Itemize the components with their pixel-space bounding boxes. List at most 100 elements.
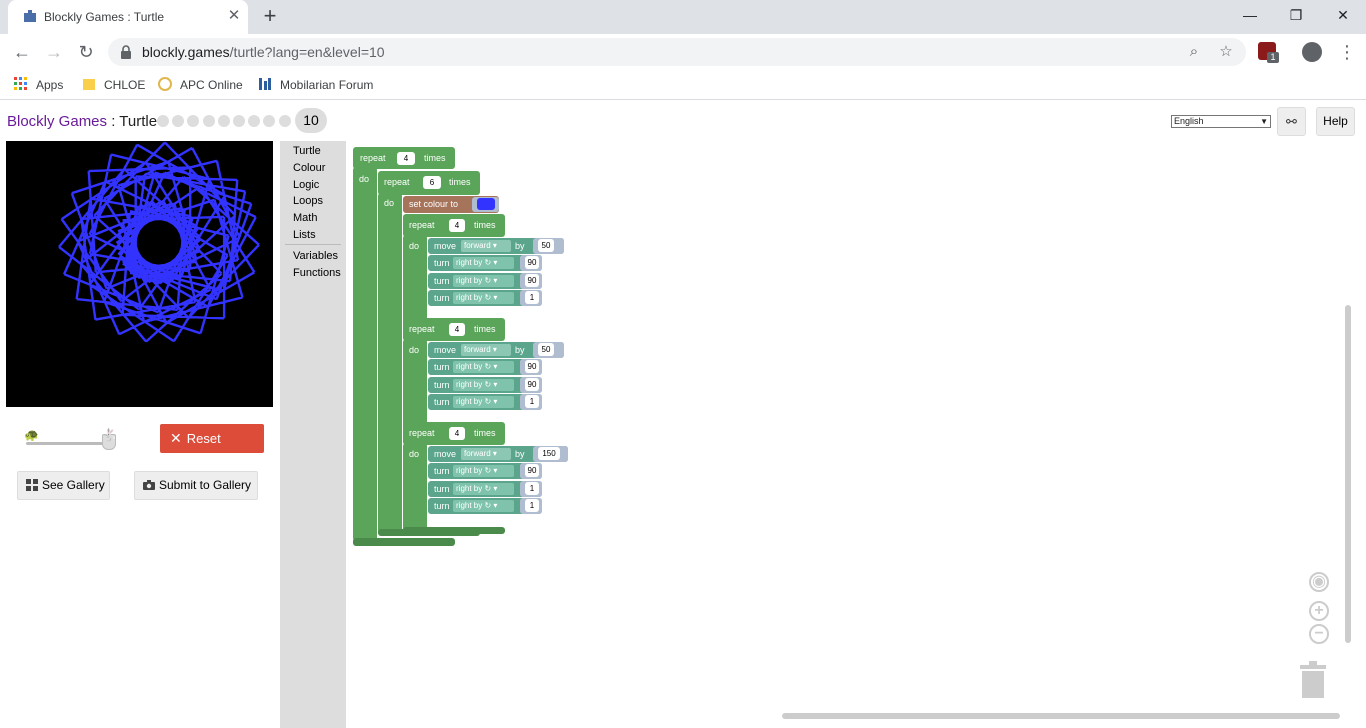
move-distance[interactable]: 50 [538, 343, 554, 356]
level-dot[interactable] [172, 115, 185, 127]
blockly-workspace[interactable]: repeat 4 times do repeat 6 times do set … [346, 141, 1354, 728]
repeat-count[interactable]: 4 [449, 323, 465, 336]
turn-angle[interactable]: 1 [525, 499, 539, 512]
turtle-speed-icon: 🐢 [24, 428, 39, 442]
link-button[interactable]: ⚯ [1277, 107, 1306, 136]
toolbox-separator [285, 244, 341, 245]
new-tab-button[interactable]: + [260, 5, 280, 27]
horizontal-scrollbar[interactable] [782, 713, 1340, 719]
turn-angle[interactable]: 90 [525, 360, 539, 373]
move-label: move [434, 449, 457, 459]
bookmark-apc-online[interactable]: APC Online [158, 76, 243, 94]
inner-repeat-count[interactable]: 6 [423, 176, 441, 189]
restore-icon[interactable]: ❐ [1284, 4, 1308, 26]
turn-direction-dropdown[interactable]: right by ↻ ▾ [453, 482, 514, 495]
toolbox-category-turtle[interactable]: Turtle [293, 145, 321, 157]
direction-dropdown[interactable]: forward ▾ [461, 344, 511, 356]
level-dot[interactable] [217, 115, 230, 127]
back-icon[interactable]: ← [10, 40, 34, 64]
turn-direction-dropdown[interactable]: right by ↻ ▾ [453, 274, 514, 287]
game-name: Turtle [119, 113, 158, 130]
help-button[interactable]: Help [1316, 107, 1355, 136]
turn-label: turn [434, 258, 450, 268]
vertical-scrollbar[interactable] [1345, 305, 1351, 643]
close-tab-icon[interactable]: ✕ [226, 8, 242, 24]
level-dot[interactable] [202, 115, 215, 127]
apps-grid-icon [14, 77, 27, 90]
profile-icon[interactable] [1302, 42, 1322, 62]
turn-angle[interactable]: 1 [525, 291, 539, 304]
language-select[interactable]: English ▼ [1171, 115, 1271, 128]
zoom-icon[interactable]: ⌕ [1184, 42, 1204, 62]
submit-gallery-button[interactable]: Submit to Gallery [134, 471, 258, 500]
turn-angle[interactable]: 90 [525, 273, 539, 287]
turn-direction-dropdown[interactable]: right by ↻ ▾ [453, 396, 514, 408]
level-dot[interactable] [187, 115, 200, 127]
url-text: blockly.games/turtle?lang=en&level=10 [142, 44, 385, 60]
forward-icon[interactable]: → [42, 40, 66, 64]
toolbox-category-logic[interactable]: Logic [293, 179, 319, 191]
turn-angle[interactable]: 90 [525, 464, 539, 477]
repeat-count[interactable]: 4 [449, 427, 465, 440]
level-dot[interactable] [248, 115, 261, 127]
direction-dropdown[interactable]: forward ▾ [461, 240, 511, 252]
bookmark-mobilarian-forum[interactable]: Mobilarian Forum [258, 76, 373, 94]
toolbox-category-math[interactable]: Math [293, 212, 317, 224]
move-distance[interactable]: 50 [538, 239, 554, 252]
drawn-pattern [58, 141, 260, 343]
toolbox-category-lists[interactable]: Lists [293, 229, 316, 241]
turn-angle[interactable]: 1 [525, 481, 539, 495]
bookmark-apps[interactable]: Apps [14, 76, 63, 94]
turn-label: turn [434, 362, 450, 372]
bookmark-star-icon[interactable]: ☆ [1216, 42, 1236, 62]
browser-tab[interactable]: Blockly Games : Turtle ✕ [8, 0, 248, 34]
address-bar[interactable]: blockly.games/turtle?lang=en&level=10 ⌕ … [108, 38, 1246, 66]
minimize-icon[interactable]: — [1238, 4, 1262, 26]
turn-direction-dropdown[interactable]: right by ↻ ▾ [453, 361, 514, 373]
turtle-drawing [58, 141, 260, 343]
repeat-count[interactable]: 4 [449, 219, 465, 232]
repeat-foot [403, 527, 505, 534]
rabbit-speed-icon: 🐇 [102, 428, 117, 442]
repeat-label: repeat [360, 153, 386, 163]
toolbox-category-colour[interactable]: Colour [293, 162, 325, 174]
turn-angle[interactable]: 90 [525, 377, 539, 391]
reload-icon[interactable]: ↻ [74, 40, 98, 64]
toolbox-category-variables[interactable]: Variables [293, 250, 338, 262]
toolbox-category-loops[interactable]: Loops [293, 195, 323, 207]
turn-direction-dropdown[interactable]: right by ↻ ▾ [453, 465, 514, 477]
level-dot[interactable] [278, 115, 291, 127]
menu-icon[interactable]: ⋮ [1338, 40, 1356, 64]
trash-icon[interactable] [1299, 661, 1327, 699]
tab-strip: Blockly Games : Turtle ✕ + — ❐ ✕ [0, 0, 1366, 34]
move-label: move [434, 241, 457, 251]
turn-direction-dropdown[interactable]: right by ↻ ▾ [453, 378, 514, 391]
speed-slider[interactable] [26, 442, 112, 445]
turn-angle[interactable]: 90 [525, 256, 539, 269]
turtle-canvas [6, 141, 273, 407]
puzzle-icon [24, 10, 36, 22]
direction-dropdown[interactable]: forward ▾ [461, 448, 511, 460]
bookmark-label: Mobilarian Forum [280, 78, 374, 92]
reset-button[interactable]: ✕ Reset [160, 424, 264, 453]
turn-angle[interactable]: 1 [525, 395, 539, 408]
move-distance[interactable]: 150 [538, 447, 560, 460]
outer-repeat-count[interactable]: 4 [397, 152, 415, 165]
turn-direction-dropdown[interactable]: right by ↻ ▾ [453, 257, 514, 269]
see-gallery-button[interactable]: See Gallery [17, 471, 110, 500]
level-dot[interactable] [232, 115, 245, 127]
level-dot[interactable] [263, 115, 276, 127]
colour-picker[interactable] [477, 198, 495, 210]
current-level-badge[interactable]: 10 [295, 108, 327, 133]
zoom-in-icon[interactable]: + [1309, 601, 1329, 621]
close-window-icon[interactable]: ✕ [1331, 4, 1355, 26]
recenter-icon[interactable]: ◉ [1309, 572, 1329, 592]
level-dot[interactable] [157, 115, 169, 127]
brand-link[interactable]: Blockly Games [7, 113, 107, 130]
by-label: by [515, 241, 525, 251]
turn-direction-dropdown[interactable]: right by ↻ ▾ [453, 500, 514, 512]
zoom-out-icon[interactable]: − [1309, 624, 1329, 644]
toolbox-category-functions[interactable]: Functions [293, 267, 341, 279]
bookmark-chloe[interactable]: CHLOE [82, 76, 145, 94]
turn-direction-dropdown[interactable]: right by ↻ ▾ [453, 292, 514, 304]
